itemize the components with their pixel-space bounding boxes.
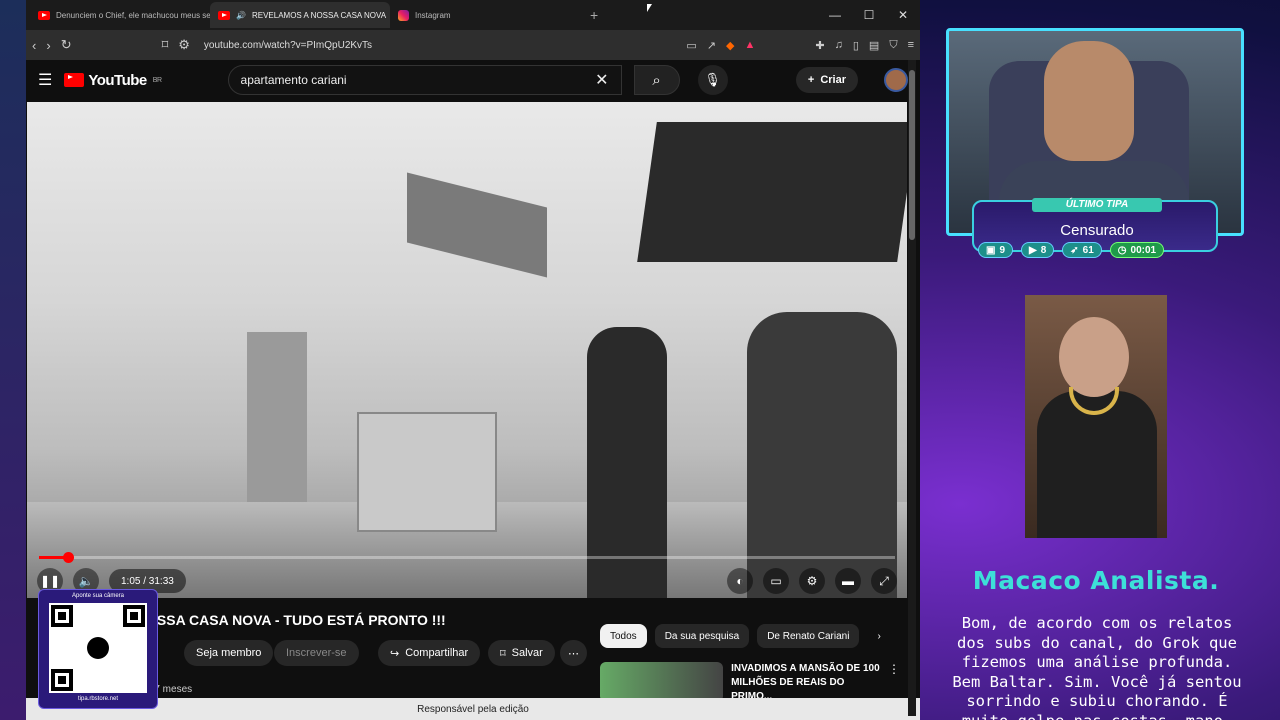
analyst-text: Bom, de acordo com os relatos dos subs d… [952, 614, 1242, 720]
last-tip-value: Censurado [1060, 222, 1134, 239]
browser-window: Denunciem o Chief, ele machucou meus sen… [26, 0, 920, 720]
speaker-icon: 🔊 [236, 10, 246, 20]
extensions-bar: ▭ ↗ ◆ ▲ ✚ ♫ ▯ ▤ ⛉ ≡ [686, 39, 914, 52]
rewards-icon[interactable]: ▲ [745, 39, 756, 52]
back-icon[interactable]: ‹ [32, 38, 36, 53]
qr-panel: Aponte sua câmera tipa.rbstore.net [38, 589, 158, 709]
instagram-icon [398, 9, 409, 21]
reload-icon[interactable]: ↻ [61, 37, 72, 53]
timer-stat: ◷ 00:01 [1109, 242, 1165, 258]
wallet-icon[interactable]: ▤ [869, 39, 879, 52]
video-progress-bar[interactable] [39, 552, 895, 563]
rocket-icon: ➶ [1070, 244, 1079, 256]
last-tip-label: ÚLTIMO TIPA [1032, 198, 1162, 212]
site-info-icon[interactable]: ⚙ [178, 37, 190, 53]
clear-search-icon[interactable]: ✕ [595, 70, 608, 90]
analyst-title: Macaco Analista. [972, 566, 1220, 595]
search-icon: ⌕ [652, 71, 661, 89]
subtitles-button[interactable]: ▭ [763, 568, 789, 594]
mic-button[interactable]: 🎙 [697, 65, 728, 95]
avatar[interactable] [884, 68, 908, 92]
youtube-logo[interactable]: YouTube BR [64, 72, 162, 89]
tab-2[interactable]: 🔊 REVELAMOS A NOSSA CASA NOVA × [210, 2, 390, 28]
minimize-icon[interactable]: — [818, 8, 852, 22]
hamburger-icon[interactable]: ☰ [38, 70, 52, 90]
nav-bar: ‹ › ↻ ⌑ ⚙ youtube.com/watch?v=PImQpU2KvT… [26, 30, 920, 60]
mic-icon: 🎙 [704, 72, 721, 87]
stream-scene: Denunciem o Chief, ele machucou meus sen… [0, 0, 1280, 720]
search-button[interactable]: ⌕ [633, 65, 680, 95]
more-actions-button[interactable]: ⋯ [560, 640, 587, 666]
sidebar-icon[interactable]: ▯ [853, 39, 859, 52]
bookmark-icon: ⌑ [500, 647, 506, 660]
youtube-stat: ▶ 8 [1021, 242, 1055, 258]
tab-title: Instagram [415, 10, 451, 20]
video-thumbnail[interactable] [600, 662, 724, 702]
join-button[interactable]: Seja membro [184, 640, 274, 666]
tab-title: REVELAMOS A NOSSA CASA NOVA [251, 10, 387, 20]
rocket-stat: ➶ 61 [1062, 242, 1102, 258]
forward-icon[interactable]: › [46, 38, 50, 53]
close-window-icon[interactable]: ✕ [886, 8, 920, 22]
scrollbar[interactable] [908, 60, 916, 716]
stream-stats: ▣ 9 ▶ 8 ➶ 61 ◷ 00:01 [978, 242, 1165, 258]
bookmark-icon[interactable]: ⌑ [162, 37, 169, 53]
youtube-icon [38, 10, 50, 20]
fullscreen-button[interactable]: ⤢ [871, 568, 897, 594]
qr-url: tipa.rbstore.net [77, 696, 119, 702]
plus-icon: + [807, 74, 815, 86]
autoplay-toggle[interactable]: ◐ [727, 568, 753, 594]
chip-from-search[interactable]: Da sua pesquisa [654, 624, 750, 648]
background-strip [0, 0, 28, 720]
youtube-icon [64, 73, 85, 87]
twitch-stat: ▣ 9 [978, 242, 1014, 258]
new-tab-icon[interactable]: + [590, 7, 598, 23]
player-controls: ❚❚ 🔈 1:05 / 31:33 ◐ ▭ ⚙ ▬ ⤢ [37, 568, 897, 594]
youtube-header: ☰ YouTube BR apartamento cariani ✕ ⌕ 🎙 + C… [26, 60, 920, 100]
settings-gear-icon[interactable]: ⚙ [799, 568, 825, 594]
theater-mode-button[interactable]: ▬ [835, 568, 861, 594]
mic-icon [87, 637, 109, 659]
recommended-video[interactable]: INVADIMOS A MANSÃO DE 100 MILHÕES DE REA… [600, 662, 900, 702]
window-controls: — ☐ ✕ [818, 8, 920, 22]
recommendation-chips: Todos Da sua pesquisa De Renato Cariani … [600, 624, 891, 648]
video-title: OSSA CASA NOVA - TUDO ESTÁ PRONTO !!! [146, 612, 446, 628]
status-bar: Responsável pela edição [26, 698, 920, 720]
tab-bar: Denunciem o Chief, ele machucou meus sen… [26, 0, 920, 30]
qr-code [49, 603, 147, 693]
video-player[interactable]: ❚❚ 🔈 1:05 / 31:33 ◐ ▭ ⚙ ▬ ⤢ [27, 102, 907, 598]
tab-3[interactable]: Instagram [390, 2, 570, 28]
puzzle-icon[interactable]: ✚ [815, 39, 824, 52]
chip-all[interactable]: Todos [600, 624, 647, 648]
qr-title: Aponte sua câmera [71, 593, 125, 599]
vpn-icon[interactable]: ⛉ [889, 39, 897, 52]
chip-from-channel[interactable]: De Renato Cariani [757, 624, 860, 648]
address-bar[interactable]: youtube.com/watch?v=PImQpU2KvTs [204, 40, 372, 51]
maximize-icon[interactable]: ☐ [852, 8, 886, 22]
chevron-right-icon[interactable]: › [867, 624, 890, 648]
more-icon[interactable]: ⋮ [888, 662, 900, 702]
brave-shield-icon[interactable]: ◆ [726, 39, 734, 52]
menu-icon[interactable]: ≡ [908, 39, 914, 52]
mouse-cursor [647, 4, 652, 12]
youtube-page: ☰ YouTube BR apartamento cariani ✕ ⌕ 🎙 + C… [26, 60, 920, 720]
save-button[interactable]: ⌑ Salvar [488, 640, 555, 666]
youtube-icon: ▶ [1029, 244, 1037, 256]
search-input[interactable]: apartamento cariani ✕ [227, 65, 622, 95]
cast-icon[interactable]: ▭ [686, 39, 696, 52]
tab-title: Denunciem o Chief, ele machucou meus sen [56, 10, 210, 20]
twitch-icon: ▣ [986, 244, 996, 256]
share-icon: ↪ [390, 647, 400, 660]
subscribe-button[interactable]: Inscrever-se [274, 640, 359, 666]
media-icon[interactable]: ♫ [835, 39, 843, 52]
recommended-title[interactable]: INVADIMOS A MANSÃO DE 100 MILHÕES DE REA… [731, 662, 880, 702]
clock-icon: ◷ [1117, 244, 1127, 256]
tab-1[interactable]: Denunciem o Chief, ele machucou meus sen [30, 2, 210, 28]
share-icon[interactable]: ↗ [707, 39, 716, 52]
youtube-icon [218, 10, 230, 20]
monkey-image [1025, 295, 1167, 538]
create-button[interactable]: + Criar [795, 67, 858, 93]
share-button[interactable]: ↪ Compartilhar [378, 640, 481, 666]
